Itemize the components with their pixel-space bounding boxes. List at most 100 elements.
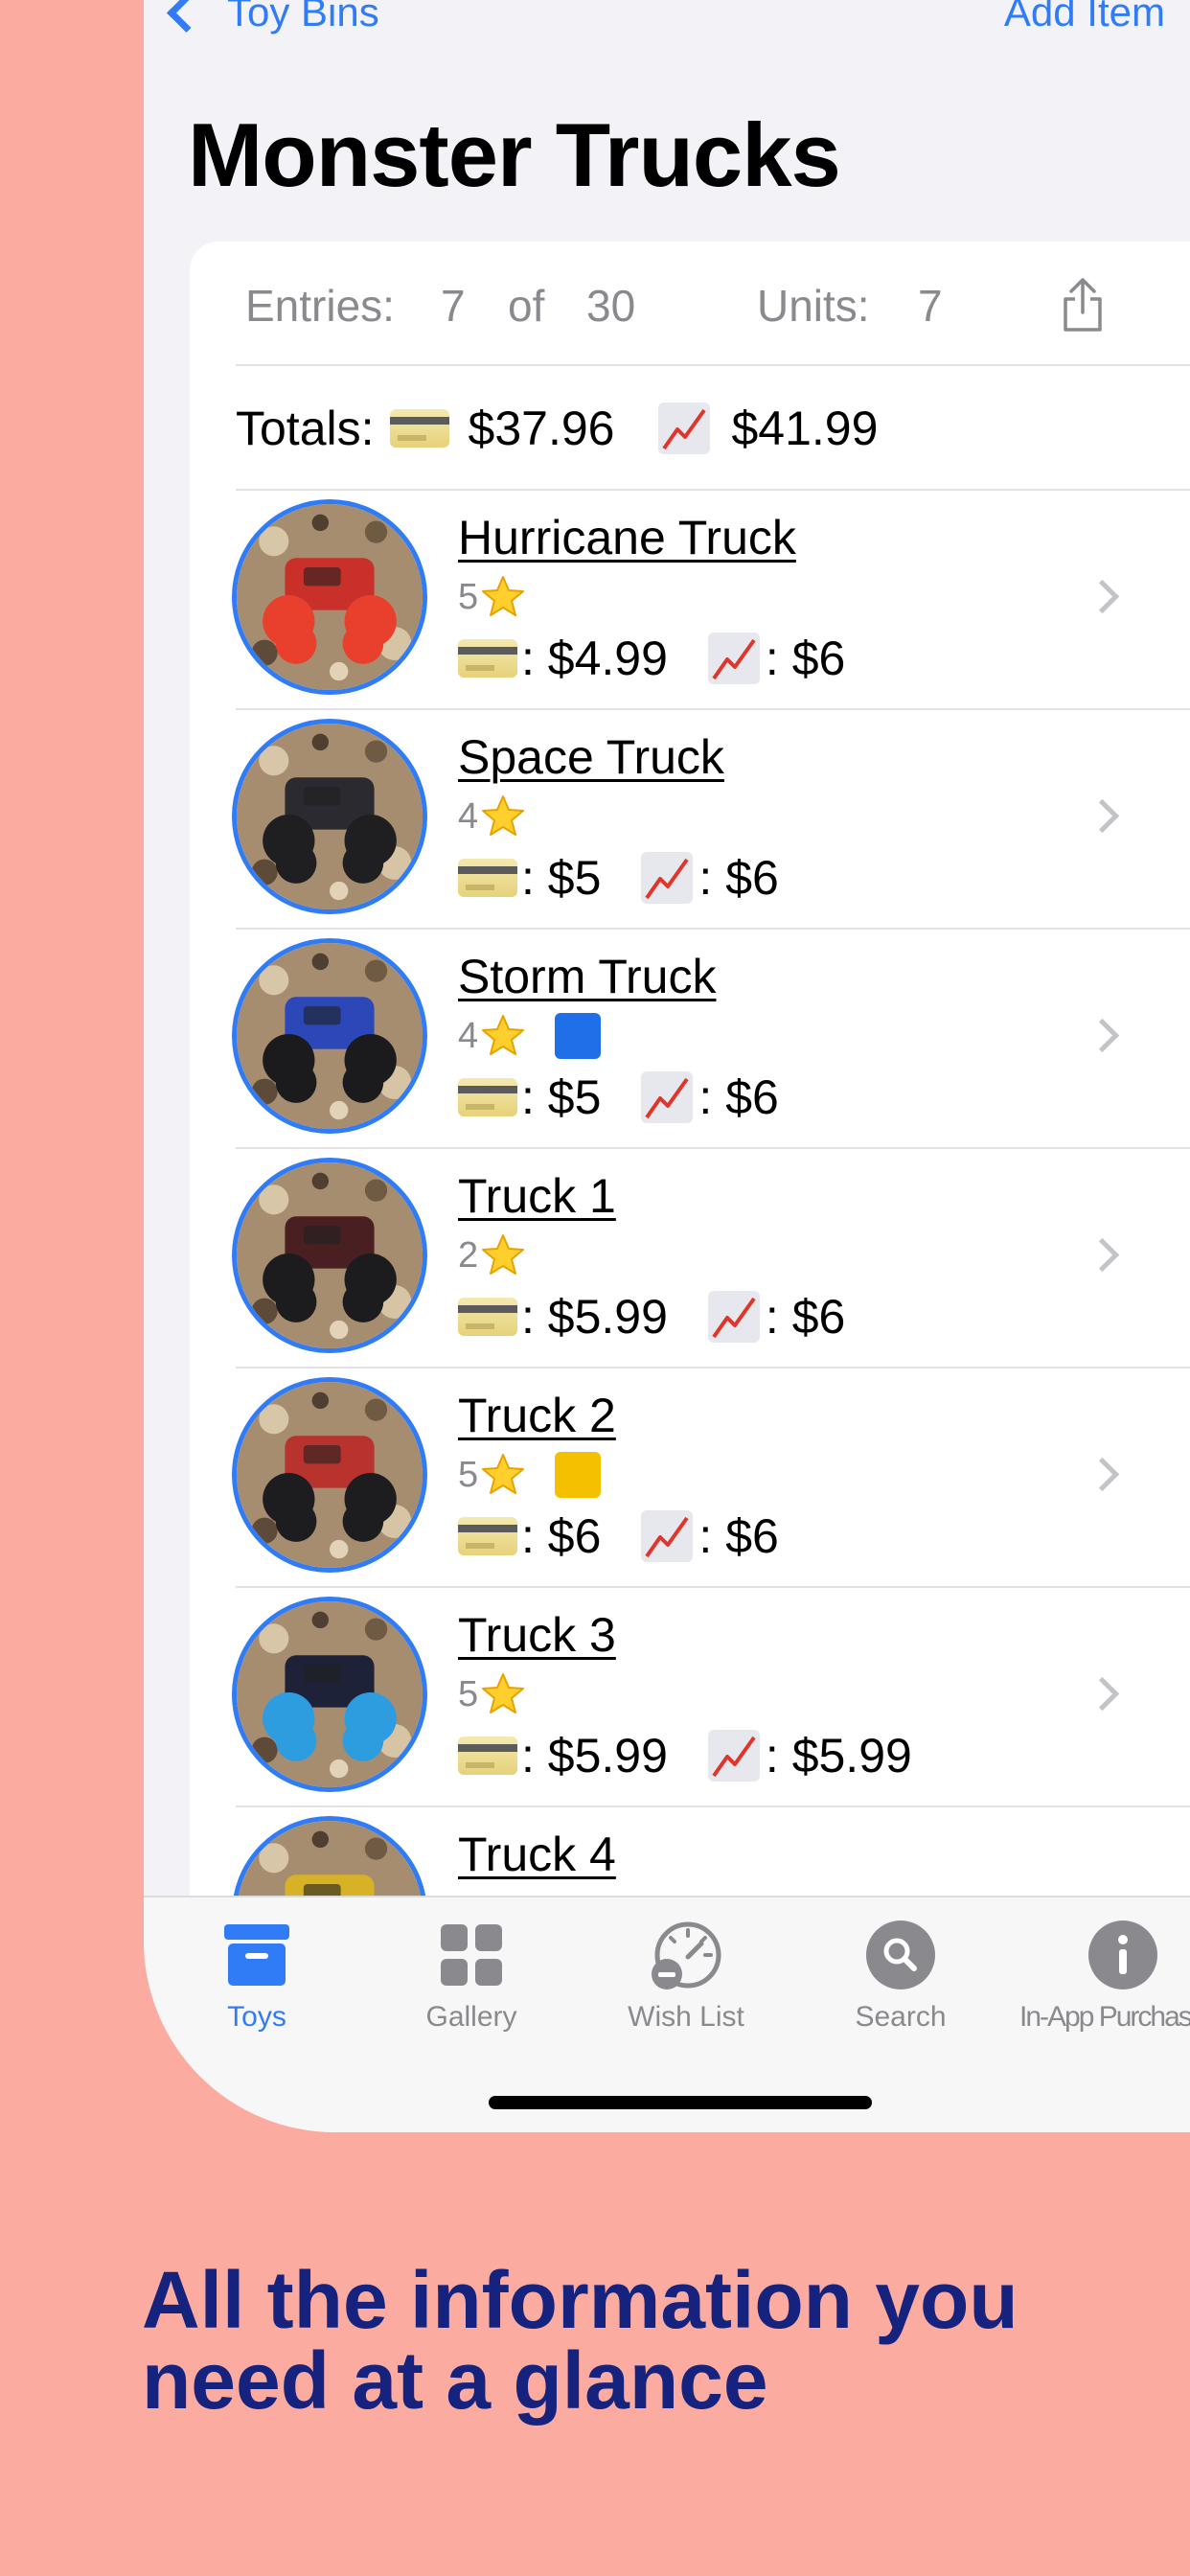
tab-toys[interactable]: Toys xyxy=(149,1919,364,2034)
toy-name: Truck 4 xyxy=(458,1828,616,1881)
toy-value: : $6 xyxy=(765,632,846,685)
stats-row: Entries: 7 of 30 Units: 7 xyxy=(190,242,1190,364)
chevron-right-icon xyxy=(1085,1018,1120,1053)
toy-prices: : $5.99: $6 xyxy=(458,1283,845,1350)
share-icon[interactable] xyxy=(1060,276,1106,334)
totals-value: $41.99 xyxy=(731,402,879,455)
list-item[interactable]: Truck 3 5 : $5.99 : $5.99 xyxy=(190,1588,1190,1807)
toy-thumbnail xyxy=(232,1377,427,1573)
search-icon xyxy=(866,1920,935,1990)
credit-card-icon xyxy=(458,1736,517,1775)
toy-rating: 2 xyxy=(458,1231,526,1279)
caption-line-1: All the information you xyxy=(142,2255,1018,2345)
toy-rating: 4 xyxy=(458,793,526,840)
toy-value: : $6 xyxy=(698,851,779,905)
rating-value: 2 xyxy=(458,1234,479,1276)
toy-rating: 5 xyxy=(458,1451,602,1499)
tab-label: Wish List xyxy=(628,2001,744,2033)
tab-label: In-App Purchase xyxy=(1019,2001,1190,2033)
totals-paid: $37.96 xyxy=(468,402,615,455)
toy-name: Space Truck xyxy=(458,730,724,784)
toy-rating: 5 xyxy=(458,573,526,621)
toy-paid: : $5 xyxy=(521,1070,602,1124)
info-icon xyxy=(1088,1920,1157,1990)
chevron-right-icon xyxy=(1085,579,1120,614)
credit-card-icon xyxy=(458,1078,517,1116)
star-icon xyxy=(482,1454,525,1494)
rating-value: 5 xyxy=(458,576,479,617)
toy-value: : $6 xyxy=(698,1070,779,1124)
entries-of-label: of xyxy=(508,281,545,331)
archive-box-icon xyxy=(224,1924,289,1986)
tab-label: Gallery xyxy=(425,2001,517,2033)
rating-value: 5 xyxy=(458,1673,479,1714)
list-item[interactable]: Space Truck 4 : $5 : $6 xyxy=(190,710,1190,930)
chevron-right-icon xyxy=(1085,1237,1120,1273)
credit-card-icon xyxy=(458,639,517,678)
chart-increasing-icon xyxy=(641,1510,694,1562)
star-icon xyxy=(482,795,525,836)
toy-paid: : $5.99 xyxy=(521,1729,668,1782)
tab-search[interactable]: Search xyxy=(793,1919,1008,2034)
chart-increasing-icon xyxy=(641,852,694,904)
credit-card-icon xyxy=(458,1298,517,1336)
toy-value: : $5.99 xyxy=(765,1729,912,1782)
back-button[interactable]: Toy Bins xyxy=(163,0,379,36)
marketing-caption: All the information you need at a glance xyxy=(142,2260,1157,2421)
rating-value: 4 xyxy=(458,1015,479,1056)
chevron-right-icon xyxy=(1085,1457,1120,1492)
grid-icon xyxy=(441,1924,502,1986)
star-icon xyxy=(482,1673,525,1714)
units-count: 7 xyxy=(918,281,943,331)
toy-value: : $6 xyxy=(698,1509,779,1563)
star-icon xyxy=(482,1234,525,1275)
list-item[interactable]: Truck 2 5 : $6: $6 xyxy=(190,1368,1190,1588)
toy-value: : $6 xyxy=(765,1290,846,1344)
star-icon xyxy=(482,1015,525,1055)
toy-thumbnail xyxy=(232,938,427,1134)
totals-row: Totals: $37.96 $41.99 xyxy=(236,385,878,472)
toy-list: Entries: 7 of 30 Units: 7 Totals: $37.96 xyxy=(190,242,1190,1966)
toy-name: Truck 1 xyxy=(458,1169,616,1223)
toy-name: Storm Truck xyxy=(458,950,717,1003)
chart-increasing-icon xyxy=(658,402,711,454)
chevron-right-icon xyxy=(1085,1676,1120,1712)
home-indicator[interactable] xyxy=(489,2096,872,2109)
list-item[interactable]: Storm Truck 4 : $5 : $6 xyxy=(190,930,1190,1149)
units-label: Units: xyxy=(757,281,870,331)
toy-prices: : $5.99 : $5.99 xyxy=(458,1722,912,1789)
chart-increasing-icon xyxy=(641,1071,694,1123)
star-icon xyxy=(482,576,525,616)
toy-prices: : $5 : $6 xyxy=(458,844,779,911)
entries-label: Entries: xyxy=(245,281,395,331)
add-item-button[interactable]: Add Item xyxy=(1004,0,1165,36)
list-item[interactable]: Hurricane Truck 5 : $4.99: $6 xyxy=(190,491,1190,710)
toy-thumbnail xyxy=(232,1597,427,1792)
toy-rating: 4 xyxy=(458,1012,602,1060)
color-tag xyxy=(555,1013,602,1059)
tab-wish-list[interactable]: Wish List xyxy=(579,1919,793,2034)
toy-prices: : $6: $6 xyxy=(458,1503,779,1570)
rating-value: 4 xyxy=(458,795,479,837)
toy-name: Truck 2 xyxy=(458,1389,616,1442)
credit-card-icon xyxy=(458,1517,517,1555)
toy-paid: : $5 xyxy=(521,851,602,905)
rating-value: 5 xyxy=(458,1454,479,1495)
toy-prices: : $4.99: $6 xyxy=(458,625,845,692)
tab-gallery[interactable]: Gallery xyxy=(364,1919,579,2034)
credit-card-icon xyxy=(458,859,517,897)
tab-label: Search xyxy=(855,2001,947,2033)
chart-increasing-icon xyxy=(707,1291,760,1343)
toy-thumbnail xyxy=(232,719,427,914)
toy-name: Truck 3 xyxy=(458,1608,616,1662)
tab-in-app-purchase[interactable]: In-App Purchase xyxy=(1008,1919,1190,2034)
chart-increasing-icon xyxy=(707,1730,760,1782)
toy-name: Hurricane Truck xyxy=(458,511,796,564)
page-title: Monster Trucks xyxy=(188,104,841,205)
tab-label: Toys xyxy=(227,2001,286,2033)
divider xyxy=(236,364,1190,366)
gauge-icon xyxy=(652,1921,721,1990)
list-item[interactable]: Truck 1 2 : $5.99: $6 xyxy=(190,1149,1190,1368)
totals-label: Totals: xyxy=(236,402,375,455)
back-label: Toy Bins xyxy=(227,0,379,34)
